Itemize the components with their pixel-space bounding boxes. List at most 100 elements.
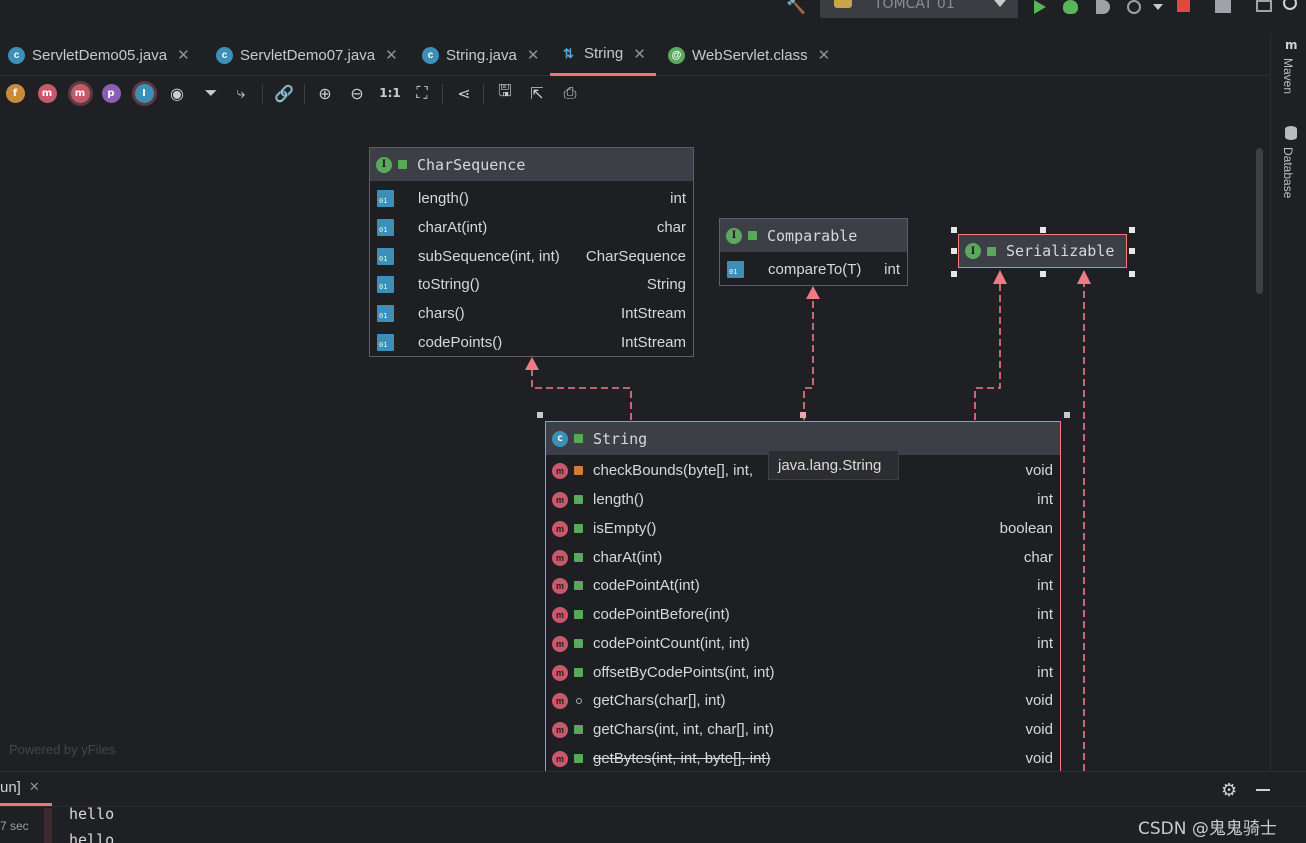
console-line: hello [69,805,115,823]
member-type: CharSequence [585,248,686,265]
gear-icon[interactable]: ⚙ [1221,780,1237,801]
tab-servletdemo07[interactable]: c ServletDemo07.java ✕ [216,34,398,76]
abstract-method-icon [377,190,394,207]
layout-icon[interactable]: ⋖ [452,78,476,108]
tab-string-diagram[interactable]: ⇅ String ✕ [550,34,656,76]
member-type: int [1037,491,1053,508]
member-row[interactable]: subSequence(int, int) CharSequence [370,242,693,271]
member-row[interactable]: m codePointAt(int) int [546,571,1060,600]
comparable-node[interactable]: I Comparable compareTo(T) int [719,218,908,286]
run-configuration-select[interactable]: TOMCAT 01 [820,0,1018,18]
close-icon[interactable]: ✕ [177,46,190,64]
tab-label: ServletDemo07.java [240,46,376,64]
filter-icon[interactable]: ⏷ [200,78,222,108]
selection-handle[interactable] [1040,271,1046,277]
tab-label: ServletDemo05.java [32,46,168,64]
selection-handle[interactable] [951,271,957,277]
serializable-node[interactable]: I Serializable [958,234,1127,268]
debug-icon[interactable] [1063,0,1078,14]
selection-handle[interactable] [537,412,543,418]
database-tool-button[interactable]: Database [1281,147,1295,198]
node-title: String [593,429,648,448]
member-name: codePoints() [418,334,503,351]
member-row[interactable]: m codePointBefore(int) int [546,600,1060,629]
selection-handle[interactable] [1129,271,1135,277]
member-row[interactable]: m getChars(int, int, char[], int) void [546,715,1060,744]
zoom-out-icon[interactable]: ⊖ [345,78,369,108]
tab-label: WebServlet.class [692,46,808,64]
coverage-icon[interactable] [1096,0,1110,14]
print-icon[interactable]: ⎙ [557,78,583,108]
stop-icon[interactable] [1177,0,1190,12]
tab-string-java[interactable]: c String.java ✕ [422,34,539,76]
method-icon: m [552,635,568,652]
tab-servletdemo05[interactable]: c ServletDemo05.java ✕ [8,34,190,76]
run-icon[interactable] [1034,0,1046,14]
maven-tool-button[interactable]: Maven [1281,58,1295,94]
minimize-icon[interactable] [1256,789,1270,791]
actual-size-button[interactable]: 1:1 [377,78,403,108]
build-hammer-icon[interactable]: 🔨 [786,0,806,15]
member-row[interactable]: m codePointCount(int, int) int [546,629,1060,658]
chevron-down-icon[interactable] [1153,4,1163,10]
member-row[interactable]: charAt(int) char [370,213,693,242]
edge-route-icon[interactable]: ⤷ [230,78,252,108]
selection-handle[interactable] [1040,227,1046,233]
close-icon[interactable]: ✕ [818,46,831,64]
member-row[interactable]: chars() IntStream [370,299,693,328]
tooltip-text: java.lang.String [778,456,882,474]
constructors-filter-icon[interactable]: m [36,78,58,108]
save-icon[interactable]: 🖫 [493,78,517,108]
member-name: isEmpty() [593,520,657,537]
close-icon[interactable]: ✕ [527,46,540,64]
arrow-head [806,286,820,299]
method-icon: m [552,721,568,738]
selection-handle[interactable] [951,248,957,254]
public-icon [574,495,583,504]
project-structure-icon[interactable] [1215,0,1231,13]
run-panel: un] ✕ 7 sec hello hello ⚙ CSDN @鬼鬼骑士 [0,771,1306,843]
fields-filter-icon[interactable]: f [4,78,26,108]
methods-filter-icon[interactable]: m [66,78,94,108]
close-icon[interactable]: ✕ [29,780,40,795]
eye-icon[interactable]: ◉ [166,78,188,108]
member-row[interactable]: m offsetByCodePoints(int, int) int [546,658,1060,687]
selection-handle[interactable] [1129,248,1135,254]
editor-tabs: c ServletDemo05.java ✕ c ServletDemo07.j… [0,34,1270,76]
member-row[interactable]: toString() String [370,270,693,299]
terminal-icon[interactable] [1256,0,1272,12]
tooltip: java.lang.String [768,450,899,480]
close-icon[interactable]: ✕ [385,46,398,64]
selection-handle[interactable] [951,227,957,233]
member-row[interactable]: codePoints() IntStream [370,328,693,357]
tab-webservlet-class[interactable]: @ WebServlet.class ✕ [668,34,830,76]
properties-filter-icon[interactable]: p [100,78,122,108]
run-tab[interactable]: un] ✕ [0,772,52,806]
method-icon: m [552,606,568,623]
zoom-in-icon[interactable]: ⊕ [313,78,337,108]
public-icon [574,668,583,677]
inner-classes-filter-icon[interactable]: I [130,78,158,108]
selection-handle[interactable] [800,412,806,418]
profile-icon[interactable] [1127,0,1141,14]
member-row[interactable]: m charAt(int) char [546,543,1060,572]
member-row[interactable]: m getChars(char[], int) void [546,686,1060,715]
search-icon[interactable] [1283,0,1297,10]
member-row[interactable]: length() int [370,184,693,213]
selection-handle[interactable] [1129,227,1135,233]
close-icon[interactable]: ✕ [633,45,646,63]
implements-edge-comparable [803,296,814,420]
fit-content-icon[interactable]: ⛶ [410,78,434,108]
member-row[interactable]: m length() int [546,485,1060,514]
export-icon[interactable]: ⇱ [525,78,549,108]
selection-handle[interactable] [1064,412,1070,418]
maven-icon: m [1285,38,1298,52]
member-name: charAt(int) [418,219,488,236]
abstract-method-icon [377,276,394,293]
member-row[interactable]: m isEmpty() boolean [546,514,1060,543]
charsequence-node[interactable]: I CharSequence length()int charAt(int)ch… [369,147,694,357]
link-icon[interactable]: 🔗 [272,78,296,108]
arrow-head [1077,270,1091,284]
member-row[interactable]: compareTo(T) int [720,255,907,284]
member-row[interactable]: m getBytes(int, int, byte[], int) void [546,744,1060,773]
